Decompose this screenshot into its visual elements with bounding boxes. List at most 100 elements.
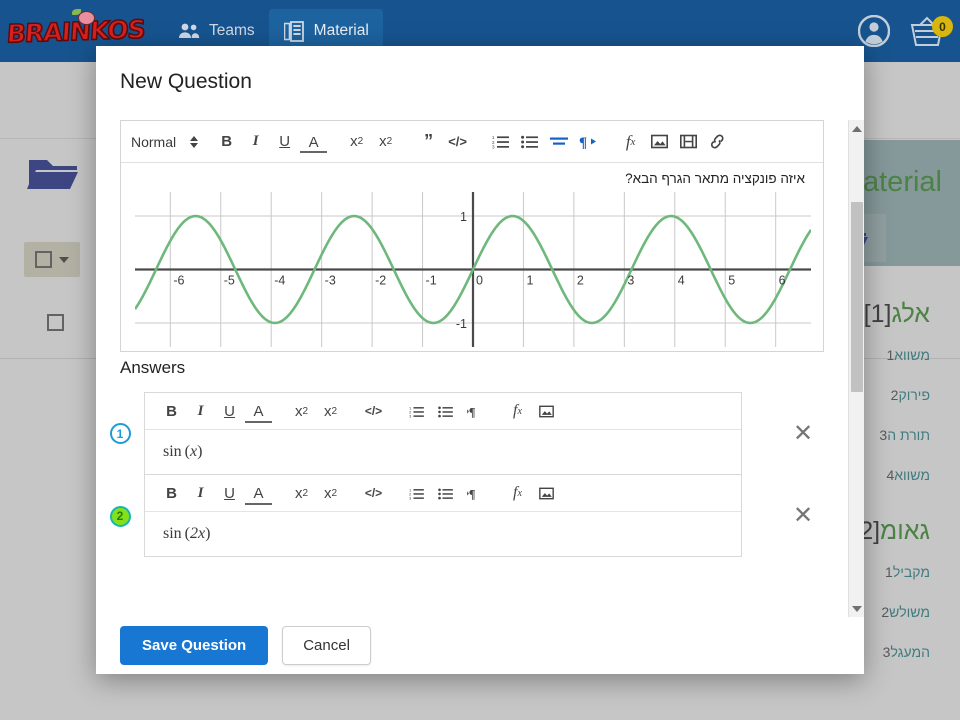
caret-up-icon	[852, 125, 862, 132]
svg-text:-1: -1	[426, 274, 437, 288]
image-icon[interactable]	[646, 128, 673, 156]
blockquote-icon[interactable]: ”	[415, 128, 442, 156]
caret-down-icon	[852, 605, 862, 612]
subscript-icon[interactable]: x2	[343, 128, 370, 156]
superscript-icon[interactable]: x2	[317, 479, 344, 507]
close-x-icon[interactable]: ✕	[793, 504, 813, 528]
answer-content[interactable]: sin (2x)	[145, 512, 741, 556]
answers-list: 1 B I U A x2 x2 </> 1 2 3 ¶ f x sin (x) …	[96, 392, 864, 557]
document-icon	[283, 20, 305, 42]
code-block-icon[interactable]: </>	[444, 128, 471, 156]
underline-icon[interactable]: U	[216, 479, 243, 507]
rtl-direction-icon[interactable]: ¶	[461, 479, 488, 507]
scroll-up-button[interactable]	[849, 120, 864, 137]
svg-text:-5: -5	[224, 274, 235, 288]
subscript-icon[interactable]: x2	[288, 479, 315, 507]
text-color-icon[interactable]: A	[245, 403, 272, 423]
align-icon[interactable]	[545, 128, 572, 156]
cancel-button[interactable]: Cancel	[282, 626, 371, 665]
ordered-list-icon[interactable]: 1 2 3	[403, 397, 430, 425]
text-color-icon[interactable]: A	[300, 133, 328, 153]
answer-toolbar: B I U A x2 x2 </> 1 2 3 ¶ f x	[145, 475, 741, 512]
italic-icon[interactable]: I	[242, 128, 269, 156]
superscript-icon[interactable]: x2	[372, 128, 399, 156]
ordered-list-icon[interactable]: 1 2 3	[403, 479, 430, 507]
screen: Material e	[0, 0, 960, 720]
svg-text:6: 6	[779, 274, 786, 288]
formula-icon[interactable]: fx	[504, 479, 531, 507]
answer-index-badge[interactable]: 1	[109, 423, 131, 444]
bullet-list-icon[interactable]	[432, 479, 459, 507]
superscript-icon[interactable]: x2	[317, 397, 344, 425]
close-x-icon[interactable]: ✕	[793, 421, 813, 446]
bold-icon[interactable]: B	[213, 128, 240, 156]
svg-text:3: 3	[409, 495, 411, 499]
svg-text:0: 0	[476, 274, 483, 288]
logo-brain-icon	[78, 11, 95, 25]
svg-text:3: 3	[627, 274, 634, 288]
underline-icon[interactable]: U	[216, 397, 243, 425]
answer-math-expression: sin (2x)	[163, 525, 211, 542]
svg-text:-4: -4	[274, 274, 285, 288]
underline-icon[interactable]: U	[271, 128, 298, 156]
answer-content[interactable]: sin (x)	[145, 430, 741, 474]
nav-tab-label: Material	[313, 22, 369, 39]
math-argument: 2x	[190, 525, 206, 542]
math-function-name: sin	[163, 525, 182, 542]
format-picker[interactable]: Normal	[131, 134, 206, 150]
subscript-icon[interactable]: x2	[288, 397, 315, 425]
brand-logo-text: BRAINKOS	[5, 13, 146, 48]
answer-index-badge[interactable]: 2	[109, 505, 131, 527]
basket-button[interactable]: 0	[908, 14, 953, 48]
code-block-icon[interactable]: </>	[360, 397, 387, 425]
answer-row: 2 B I U A x2 x2 </> 1 2 3 ¶ f x sin (2x)…	[96, 475, 864, 557]
image-icon[interactable]	[533, 479, 560, 507]
bullet-list-icon[interactable]	[432, 397, 459, 425]
svg-text:-2: -2	[375, 274, 386, 288]
format-picker-label: Normal	[131, 133, 177, 150]
answer-editor: B I U A x2 x2 </> 1	[144, 392, 742, 475]
math-function-name: sin	[163, 443, 182, 460]
link-icon[interactable]	[704, 128, 731, 156]
svg-text:-6: -6	[173, 274, 184, 288]
answer-row: 1 B I U A x2 x2 </> 1 2 3 ¶ f x sin (x) …	[96, 392, 864, 475]
formula-icon[interactable]: fx	[617, 128, 644, 156]
basket-count-badge: 0	[932, 16, 953, 37]
answer-toolbar: B I U A x2 x2 </> 1 2 3 ¶ f x	[145, 393, 741, 430]
svg-text:¶: ¶	[579, 135, 587, 149]
question-content[interactable]: איזה פונקציה מתאר הגרף הבא? -6 -5 -4 -3 -2 -1…	[121, 163, 823, 351]
answer-delete-col: ✕	[742, 504, 864, 528]
bold-icon[interactable]: B	[158, 479, 185, 507]
answer-index-col: 1	[96, 423, 144, 444]
answers-heading: Answers	[120, 358, 186, 377]
answer-editor: B I U A x2 x2 </> 1	[144, 475, 742, 557]
image-icon[interactable]	[533, 397, 560, 425]
svg-text:¶: ¶	[468, 405, 475, 418]
account-circle-icon[interactable]	[858, 15, 890, 47]
ordered-list-icon[interactable]: 1 2 3	[487, 128, 514, 156]
code-block-icon[interactable]: </>	[360, 479, 387, 507]
italic-icon[interactable]: I	[187, 397, 214, 425]
modal-body: Normal B I U A x2 x2 ” </> 1 2 3 ¶ f x א…	[96, 120, 864, 617]
modal-footer: Save Question Cancel	[96, 617, 864, 674]
question-prompt-text: איזה פונקציה מתאר הגרף הבא?	[625, 171, 805, 186]
svg-text:1: 1	[526, 274, 533, 288]
text-color-icon[interactable]: A	[245, 485, 272, 505]
scroll-down-button[interactable]	[849, 600, 864, 617]
rtl-direction-icon[interactable]: ¶	[461, 397, 488, 425]
scrollbar-thumb[interactable]	[851, 202, 863, 392]
rtl-direction-icon[interactable]: ¶	[574, 128, 601, 156]
save-question-button[interactable]: Save Question	[120, 626, 269, 665]
svg-text:3: 3	[409, 413, 411, 417]
formula-icon[interactable]: fx	[504, 397, 531, 425]
italic-icon[interactable]: I	[187, 479, 214, 507]
new-question-modal: New Question Normal B I U A x 2 x 2 ” </…	[96, 46, 864, 674]
video-icon[interactable]	[675, 128, 702, 156]
question-editor: Normal B I U A x2 x2 ” </> 1 2 3 ¶ f x א…	[120, 120, 824, 352]
svg-text:¶: ¶	[468, 487, 475, 500]
bold-icon[interactable]: B	[158, 397, 185, 425]
svg-text:4: 4	[678, 274, 685, 288]
bullet-list-icon[interactable]	[516, 128, 543, 156]
answer-math-expression: sin (x)	[163, 443, 203, 460]
answer-delete-col: ✕	[742, 421, 864, 446]
